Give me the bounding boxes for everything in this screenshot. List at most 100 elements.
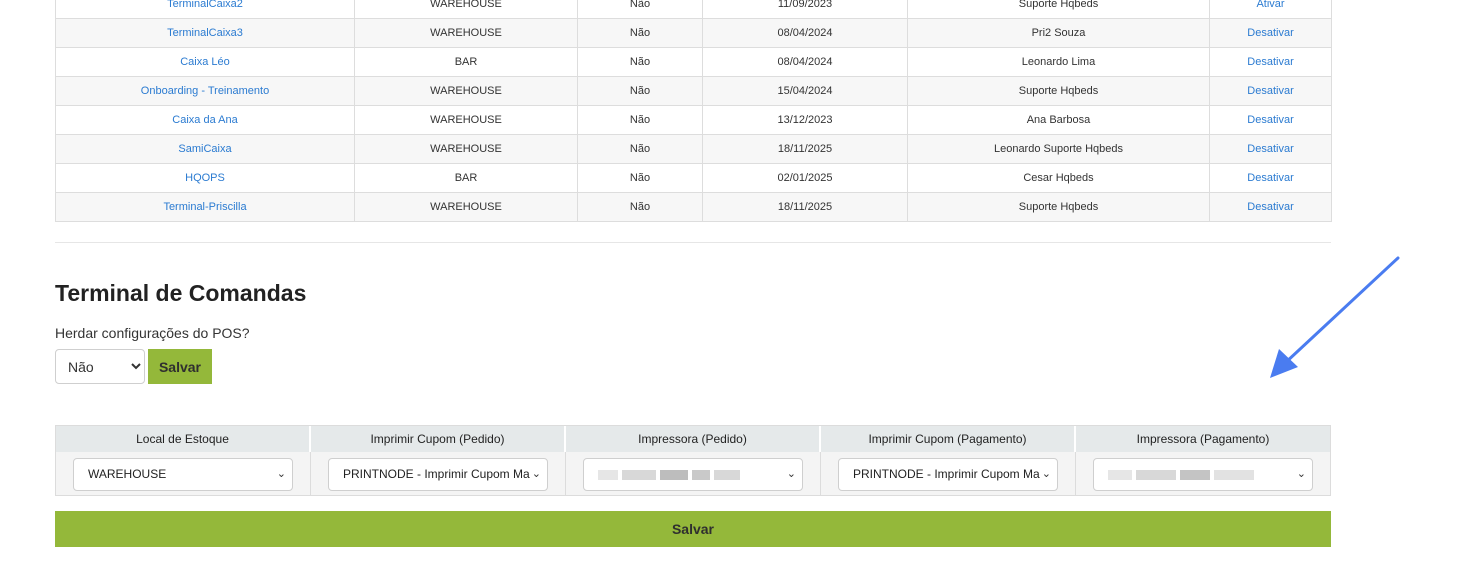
terminal-flag: Não	[629, 0, 651, 10]
chevron-down-icon: ⌄	[1296, 468, 1306, 480]
terminal-user: Suporte Hqbeds	[1018, 201, 1099, 213]
terminal-date: 08/04/2024	[777, 56, 833, 68]
terminal-flag: Não	[629, 85, 651, 97]
chevron-down-icon: ⌄	[786, 468, 796, 480]
comandas-config-table: Local de Estoque Imprimir Cupom (Pedido)…	[55, 425, 1331, 496]
table-cell: Leonardo Suporte Hqbeds	[907, 134, 1210, 164]
terminal-date: 13/12/2023	[777, 114, 833, 126]
terminal-toggle-link[interactable]: Desativar	[1247, 85, 1293, 97]
terminal-toggle-link[interactable]: Desativar	[1247, 172, 1293, 184]
terminal-name-link[interactable]: HQOPS	[185, 172, 225, 184]
chevron-down-icon: ⌄	[531, 468, 541, 480]
terminal-toggle-link[interactable]: Desativar	[1247, 143, 1293, 155]
table-cell: WAREHOUSE	[354, 192, 578, 222]
table-cell: Desativar	[1209, 47, 1332, 77]
impressora-pagamento-select[interactable]: ⌄	[1093, 458, 1313, 491]
terminal-user: Cesar Hqbeds	[1023, 172, 1094, 184]
terminal-user: Leonardo Lima	[1021, 56, 1096, 68]
save-config-button[interactable]: Salvar	[55, 511, 1331, 547]
terminal-date: 18/11/2025	[777, 201, 833, 213]
local-estoque-value: WAREHOUSE	[88, 467, 167, 481]
table-cell: 15/04/2024	[702, 76, 908, 106]
terminal-name-link[interactable]: Terminal-Priscilla	[163, 201, 246, 213]
table-row: HQOPS BAR Não 02/01/2025 Cesar Hqbeds Desativ…	[55, 163, 1332, 193]
table-cell: Ana Barbosa	[907, 105, 1210, 135]
redacted-text	[1108, 469, 1132, 480]
table-cell: SamiCaixa	[55, 134, 355, 164]
table-cell: WAREHOUSE	[354, 105, 578, 135]
table-cell: WAREHOUSE	[354, 18, 578, 48]
inherit-pos-label: Herdar configurações do POS?	[55, 325, 250, 341]
terminal-toggle-link[interactable]: Desativar	[1247, 27, 1293, 39]
terminal-user: Leonardo Suporte Hqbeds	[993, 143, 1124, 155]
table-cell: 02/01/2025	[702, 163, 908, 193]
cell-imprimir-cupom-pagamento: PRINTNODE - Imprimir Cupom Ma ⌄	[821, 452, 1076, 496]
impressora-pedido-select[interactable]: ⌄	[583, 458, 803, 491]
table-cell: 08/04/2024	[702, 47, 908, 77]
imprimir-cupom-pedido-select[interactable]: PRINTNODE - Imprimir Cupom Ma ⌄	[328, 458, 548, 491]
terminal-stock: WAREHOUSE	[430, 27, 502, 39]
terminal-toggle-link[interactable]: Desativar	[1247, 201, 1293, 213]
header-imprimir-cupom-pedido: Imprimir Cupom (Pedido)	[311, 426, 566, 452]
redacted-text	[1180, 469, 1210, 480]
table-row: SamiCaixa WAREHOUSE Não 18/11/2025 Leonardo …	[55, 134, 1332, 164]
table-cell: 13/12/2023	[702, 105, 908, 135]
terminal-stock: BAR	[454, 56, 478, 68]
table-row: Caixa da Ana WAREHOUSE Não 13/12/2023 Ana Ba…	[55, 105, 1332, 135]
redacted-text	[692, 469, 710, 480]
terminal-flag: Não	[629, 114, 651, 126]
table-cell: Suporte Hqbeds	[907, 0, 1210, 19]
table-cell: Desativar	[1209, 76, 1332, 106]
chevron-down-icon: ⌄	[1041, 468, 1051, 480]
save-inherit-button[interactable]: Salvar	[148, 349, 212, 384]
redacted-text	[660, 469, 688, 480]
terminal-toggle-link[interactable]: Desativar	[1247, 56, 1293, 68]
cell-impressora-pedido: ⌄	[566, 452, 821, 496]
table-cell: HQOPS	[55, 163, 355, 193]
table-cell: Caixa Léo	[55, 47, 355, 77]
table-cell: Onboarding - Treinamento	[55, 76, 355, 106]
table-cell: Não	[577, 192, 703, 222]
table-cell: Desativar	[1209, 105, 1332, 135]
terminal-name-link[interactable]: Caixa da Ana	[172, 114, 237, 126]
chevron-down-icon: ⌄	[276, 468, 286, 480]
table-cell: Caixa da Ana	[55, 105, 355, 135]
section-divider	[55, 242, 1331, 243]
imprimir-cupom-pagamento-select[interactable]: PRINTNODE - Imprimir Cupom Ma ⌄	[838, 458, 1058, 491]
terminal-name-link[interactable]: Onboarding - Treinamento	[141, 85, 269, 97]
local-estoque-select[interactable]: WAREHOUSE ⌄	[73, 458, 293, 491]
terminal-date: 02/01/2025	[777, 172, 833, 184]
terminal-user: Suporte Hqbeds	[1018, 0, 1099, 10]
terminal-stock: WAREHOUSE	[430, 0, 502, 10]
terminal-flag: Não	[629, 143, 651, 155]
terminal-name-link[interactable]: TerminalCaixa2	[167, 0, 243, 10]
table-cell: Leonardo Lima	[907, 47, 1210, 77]
table-cell: 08/04/2024	[702, 18, 908, 48]
terminal-toggle-link[interactable]: Ativar	[1256, 0, 1284, 10]
terminal-toggle-link[interactable]: Desativar	[1247, 114, 1293, 126]
header-local-estoque: Local de Estoque	[56, 426, 311, 452]
cell-local-estoque: WAREHOUSE ⌄	[56, 452, 311, 496]
table-cell: Ativar	[1209, 0, 1332, 19]
inherit-pos-select[interactable]: Não	[55, 349, 145, 384]
terminal-name-link[interactable]: SamiCaixa	[178, 143, 231, 155]
table-cell: WAREHOUSE	[354, 0, 578, 19]
terminal-name-link[interactable]: Caixa Léo	[180, 56, 230, 68]
terminal-date: 08/04/2024	[777, 27, 833, 39]
terminal-name-link[interactable]: TerminalCaixa3	[167, 27, 243, 39]
table-row: Terminal-Priscilla WAREHOUSE Não 18/11/2025…	[55, 192, 1332, 222]
table-cell: Desativar	[1209, 18, 1332, 48]
table-cell: Terminal-Priscilla	[55, 192, 355, 222]
table-row: TerminalCaixa3 WAREHOUSE Não 08/04/2024 Pri2…	[55, 18, 1332, 48]
table-cell: Não	[577, 105, 703, 135]
table-cell: Desativar	[1209, 134, 1332, 164]
redacted-text	[622, 469, 656, 480]
terminal-user: Suporte Hqbeds	[1018, 85, 1099, 97]
table-cell: TerminalCaixa3	[55, 18, 355, 48]
table-cell: WAREHOUSE	[354, 76, 578, 106]
redacted-text	[714, 469, 740, 480]
table-cell: Cesar Hqbeds	[907, 163, 1210, 193]
terminal-flag: Não	[629, 56, 651, 68]
terminal-stock: WAREHOUSE	[430, 143, 502, 155]
table-cell: 11/09/2023	[702, 0, 908, 19]
